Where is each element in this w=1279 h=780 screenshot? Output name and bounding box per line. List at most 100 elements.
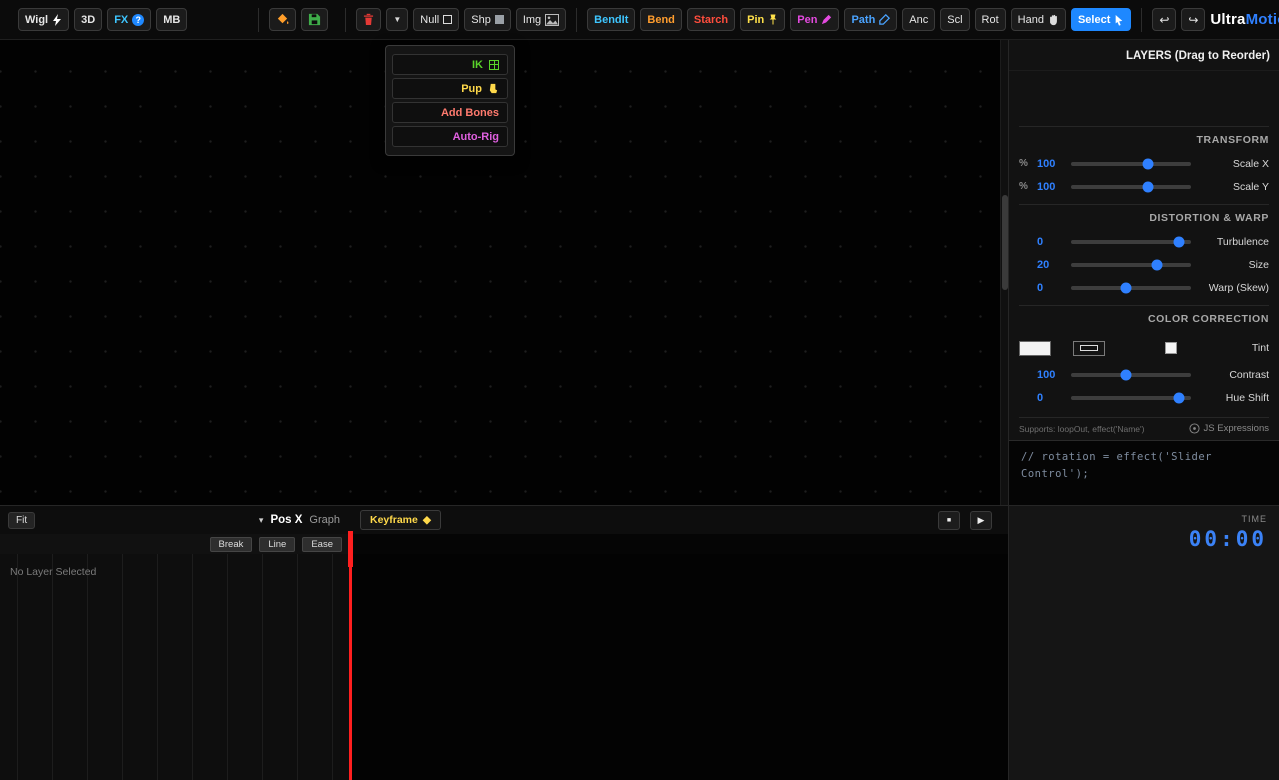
anchor-label: Anc: [909, 14, 928, 26]
toolbar-separator: [258, 8, 259, 32]
slider-track[interactable]: [1071, 162, 1191, 166]
toolbar-separator: [1141, 8, 1142, 32]
slider-track[interactable]: [1071, 263, 1191, 267]
pin-button[interactable]: Pin: [740, 8, 785, 31]
slider-label: Contrast: [1199, 369, 1269, 381]
slider-thumb[interactable]: [1121, 282, 1132, 293]
js-expressions-badge: JS Expressions: [1189, 423, 1269, 434]
slider-thumb[interactable]: [1174, 236, 1185, 247]
slider-thumb[interactable]: [1142, 158, 1153, 169]
slider-prefix: %: [1019, 158, 1029, 169]
layers-header: LAYERS (Drag to Reorder): [1009, 40, 1279, 71]
hand-tool-button[interactable]: Hand: [1011, 8, 1066, 31]
color-section-header: COLOR CORRECTION: [1019, 305, 1269, 331]
property-dropdown[interactable]: Pos X: [270, 514, 302, 526]
interpolation-buttons: Break Line Ease: [0, 534, 350, 554]
slider-row-scale-x: % 100 Scale X: [1019, 152, 1269, 175]
fill-bucket-button[interactable]: [269, 8, 296, 31]
graph-grid-area[interactable]: No Layer Selected: [0, 554, 350, 780]
menu-item-ik[interactable]: IK: [392, 54, 508, 75]
cursor-arrow-icon: [1114, 14, 1124, 26]
stop-button[interactable]: ■: [938, 511, 960, 530]
timeline-track-area[interactable]: [350, 554, 1008, 780]
slider-value: 0: [1037, 236, 1063, 248]
redo-button[interactable]: ↪: [1181, 8, 1205, 31]
fit-button[interactable]: Fit: [8, 512, 35, 529]
composition-canvas[interactable]: IK Pup Add Bones Auto-Rig: [0, 40, 1000, 505]
slider-label: Scale Y: [1199, 181, 1269, 193]
fx-button[interactable]: FX ?: [107, 8, 151, 31]
expression-code-editor[interactable]: // rotation = effect('Slider Control');: [1009, 440, 1279, 512]
canvas-scrollbar[interactable]: [1000, 40, 1008, 505]
delete-button[interactable]: [356, 8, 381, 31]
menu-item-auto-rig[interactable]: Auto-Rig: [392, 126, 508, 147]
slider-row-hue-shift: 0 Hue Shift: [1019, 386, 1269, 409]
tint-color-swatch-dark[interactable]: [1073, 341, 1105, 356]
slider-value: 20: [1037, 259, 1063, 271]
puppet-label: Pup: [461, 83, 482, 95]
tint-checkbox[interactable]: [1165, 342, 1177, 354]
image-button[interactable]: Img: [516, 8, 566, 31]
timeline-ruler-strip[interactable]: [350, 534, 1008, 554]
save-icon: [308, 13, 321, 26]
break-button[interactable]: Break: [210, 537, 253, 552]
slider-thumb[interactable]: [1142, 181, 1153, 192]
null-object-button[interactable]: Null: [413, 8, 459, 31]
slider-track[interactable]: [1071, 240, 1191, 244]
mb-button[interactable]: MB: [156, 8, 187, 31]
slider-track[interactable]: [1071, 286, 1191, 290]
shape-button[interactable]: Shp: [464, 8, 511, 31]
timeline-header-left: Fit ▾ Pos X Graph: [0, 506, 350, 534]
time-label: TIME: [1021, 514, 1267, 524]
keyframe-diamond-icon: ◆: [423, 514, 431, 526]
scale-tool-button[interactable]: Scl: [940, 8, 969, 31]
layer-dropdown-button[interactable]: ▼: [386, 8, 408, 31]
slider-value: 100: [1037, 158, 1063, 170]
play-button[interactable]: ▶: [970, 511, 992, 530]
path-button[interactable]: Path: [844, 8, 897, 31]
starch-button[interactable]: Starch: [687, 8, 735, 31]
wiggle-button[interactable]: Wigl: [18, 8, 69, 31]
distortion-section-header: DISTORTION & WARP: [1019, 204, 1269, 230]
save-button[interactable]: [301, 8, 328, 31]
property-dropdown-caret-icon[interactable]: ▾: [259, 515, 264, 526]
slider-thumb[interactable]: [1174, 392, 1185, 403]
add-bones-label: Add Bones: [441, 107, 499, 119]
transport-controls: ■ ▶: [938, 511, 992, 530]
mb-label: MB: [163, 14, 180, 26]
menu-item-puppet[interactable]: Pup: [392, 78, 508, 99]
slider-track[interactable]: [1071, 373, 1191, 377]
anchor-button[interactable]: Anc: [902, 8, 935, 31]
timeline-header-right: Keyframe ◆ ■ ▶: [350, 506, 1008, 534]
ease-button[interactable]: Ease: [302, 537, 342, 552]
slider-track[interactable]: [1071, 185, 1191, 189]
bone-grid-icon: [489, 60, 499, 70]
menu-item-add-bones[interactable]: Add Bones: [392, 102, 508, 123]
slider-thumb[interactable]: [1152, 259, 1163, 270]
pen-button[interactable]: Pen: [790, 8, 839, 31]
line-button[interactable]: Line: [259, 537, 295, 552]
keyframe-label: Keyframe: [370, 514, 418, 526]
timeline-header: Fit ▾ Pos X Graph Keyframe ◆ ■ ▶: [0, 506, 1008, 534]
toolbar-separator: [345, 8, 346, 32]
add-keyframe-button[interactable]: Keyframe ◆: [360, 510, 441, 530]
slider-thumb[interactable]: [1121, 369, 1132, 380]
playhead-line[interactable]: [349, 531, 352, 780]
slider-row-size: 20 Size: [1019, 253, 1269, 276]
undo-button[interactable]: ↩: [1152, 8, 1176, 31]
bend-button[interactable]: Bend: [640, 8, 682, 31]
rotate-tool-button[interactable]: Rot: [975, 8, 1006, 31]
play-icon: ▶: [978, 515, 985, 526]
slider-prefix: %: [1019, 181, 1029, 192]
select-tool-button[interactable]: Select: [1071, 8, 1131, 31]
bend-label: Bend: [647, 14, 675, 26]
slider-track[interactable]: [1071, 396, 1191, 400]
select-tool-label: Select: [1078, 14, 1110, 26]
3d-button[interactable]: 3D: [74, 8, 102, 31]
slider-label: Turbulence: [1199, 236, 1269, 248]
top-toolbar: Wigl 3D FX ? MB: [0, 0, 1279, 40]
timeline-panel: Fit ▾ Pos X Graph Keyframe ◆ ■ ▶ Break L…: [0, 505, 1008, 780]
redo-icon: ↪: [1188, 13, 1198, 27]
bendit-button[interactable]: BendIt: [587, 8, 635, 31]
tint-color-swatch-light[interactable]: [1019, 341, 1051, 356]
